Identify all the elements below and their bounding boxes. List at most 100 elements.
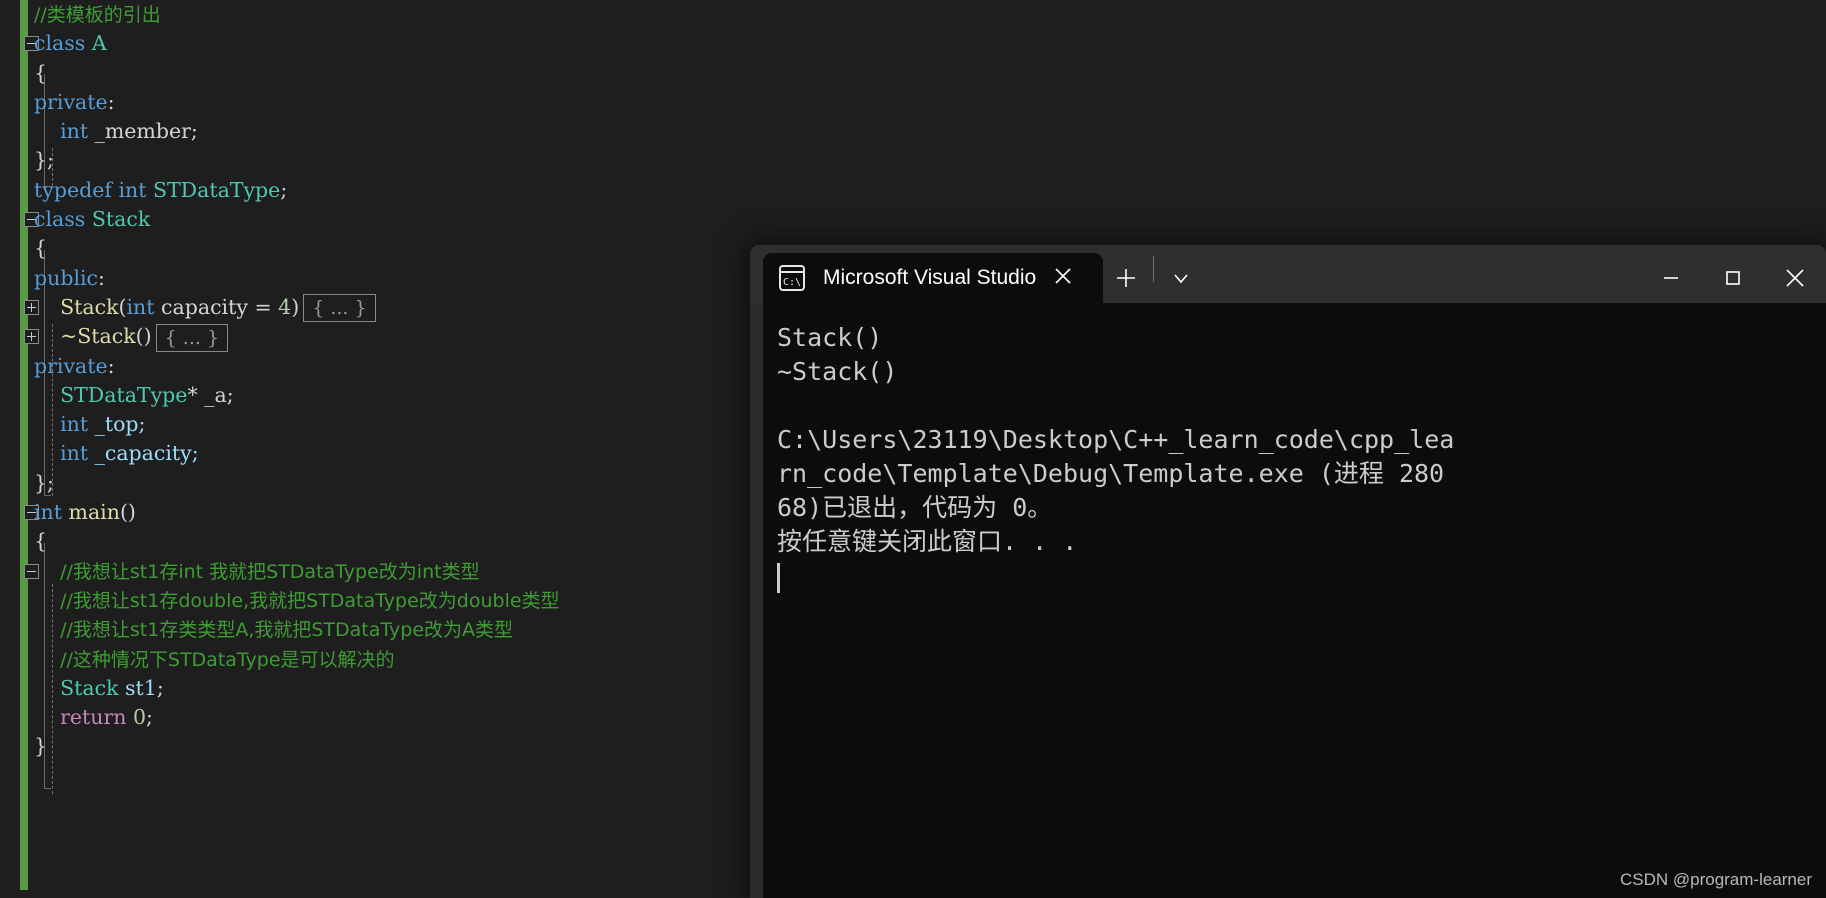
close-icon[interactable]: [1052, 265, 1074, 291]
console-cursor-line: [777, 559, 1826, 602]
code-line[interactable]: //这种情况下STDataType是可以解决的: [34, 645, 720, 674]
console-output[interactable]: Stack() ~Stack() C:\Users\23119\Desktop\C…: [763, 303, 1826, 898]
code-token: ;: [280, 177, 288, 202]
code-line[interactable]: }: [34, 732, 720, 761]
new-tab-button[interactable]: [1103, 253, 1149, 303]
code-token: (): [135, 324, 152, 349]
console-line: 按任意键关闭此窗口. . .: [777, 527, 1078, 556]
code-token: capacity: [161, 294, 255, 319]
code-token: =: [254, 294, 279, 319]
code-token: ;: [146, 705, 153, 730]
console-line: 68)已退出，代码为 0。: [777, 493, 1053, 522]
code-token: _a;: [204, 382, 234, 407]
code-token: :: [107, 89, 115, 114]
code-token: ): [291, 294, 300, 319]
terminal-titlebar[interactable]: C:\ Microsoft Visual Studio: [750, 245, 1826, 303]
code-token: };: [34, 148, 54, 173]
code-line[interactable]: typedef int STDataType;: [34, 176, 720, 205]
code-token: (): [119, 500, 136, 525]
code-token: :: [107, 353, 115, 378]
code-token: class: [34, 207, 92, 232]
code-line[interactable]: Stack(int capacity = 4){ ... }: [34, 293, 720, 323]
maximize-icon[interactable]: [1702, 253, 1764, 303]
code-token: //我想让st1存double,我就把STDataType改为double类型: [60, 589, 560, 612]
close-window-icon[interactable]: [1764, 253, 1826, 303]
windows-terminal-window[interactable]: C:\ Microsoft Visual Studio Stack() ~Stac: [750, 245, 1826, 898]
code-line[interactable]: class A: [34, 29, 720, 58]
code-line[interactable]: };: [34, 146, 720, 175]
minimize-icon[interactable]: [1640, 253, 1702, 303]
code-token: {: [34, 236, 48, 261]
code-token: private: [34, 353, 108, 378]
code-text[interactable]: //类模板的引出 class A{private: int _member;}; t…: [34, 0, 720, 762]
code-editor[interactable]: //类模板的引出 class A{private: int _member;}; t…: [0, 0, 720, 898]
code-line[interactable]: {: [34, 527, 720, 556]
console-line: C:\Users\23119\Desktop\C++_learn_code\cp…: [777, 425, 1455, 454]
code-token: st1: [118, 675, 157, 700]
code-line[interactable]: {: [34, 234, 720, 263]
window-controls[interactable]: [1640, 253, 1826, 303]
code-token: int: [126, 294, 162, 319]
code-line[interactable]: int _top;: [34, 410, 720, 439]
code-token: Stack: [60, 294, 119, 319]
code-line[interactable]: //类模板的引出: [34, 0, 720, 29]
text-cursor: [777, 563, 780, 593]
code-token: int: [34, 500, 69, 525]
code-token: 4: [278, 294, 292, 319]
terminal-tab-title: Microsoft Visual Studio: [823, 266, 1037, 289]
code-line[interactable]: class Stack: [34, 205, 720, 234]
code-token: };: [34, 470, 54, 495]
code-line[interactable]: //我想让st1存类类型A,我就把STDataType改为A类型: [34, 615, 720, 644]
code-token: //类模板的引出: [34, 4, 161, 26]
toolbar-divider: [1153, 256, 1154, 282]
code-token: int: [60, 441, 89, 466]
code-line[interactable]: };: [34, 469, 720, 498]
code-line[interactable]: ~Stack(){ ... }: [34, 322, 720, 352]
code-line[interactable]: Stack st1;: [34, 674, 720, 703]
code-line[interactable]: {: [34, 59, 720, 88]
console-line: Stack(): [777, 323, 883, 352]
code-token: {: [34, 60, 48, 85]
code-token: _top;: [88, 412, 146, 437]
code-line[interactable]: public:: [34, 264, 720, 293]
code-line[interactable]: int _member;: [34, 117, 720, 146]
code-token: int: [60, 412, 89, 437]
code-line[interactable]: return 0;: [34, 703, 720, 732]
code-token: :: [98, 265, 105, 290]
code-token: *: [187, 382, 205, 407]
code-token: //我想让st1存类类型A,我就把STDataType改为A类型: [60, 619, 514, 642]
code-line[interactable]: int _capacity;: [34, 439, 720, 468]
code-token: }: [34, 734, 48, 759]
code-token: {: [34, 529, 48, 554]
code-line[interactable]: private:: [34, 352, 720, 381]
code-token: main: [68, 500, 120, 525]
code-token: //这种情况下STDataType是可以解决的: [60, 648, 395, 671]
chevron-down-icon[interactable]: [1158, 253, 1204, 303]
collapsed-region-button[interactable]: { ... }: [303, 294, 376, 323]
code-line[interactable]: private:: [34, 88, 720, 117]
terminal-tab[interactable]: C:\ Microsoft Visual Studio: [763, 253, 1103, 303]
code-line[interactable]: //我想让st1存int 我就把STDataType改为int类型: [34, 557, 720, 586]
code-token: ;: [156, 675, 164, 700]
collapsed-region-button[interactable]: { ... }: [155, 323, 229, 352]
code-token: STDataType: [60, 382, 188, 407]
code-token: //我想让st1存int 我就把STDataType改为int类型: [60, 560, 480, 583]
code-line[interactable]: //我想让st1存double,我就把STDataType改为double类型: [34, 586, 720, 615]
code-token: typedef: [34, 177, 119, 202]
code-token: Stack: [60, 675, 119, 700]
code-line[interactable]: int main(): [34, 498, 720, 527]
code-token: 0: [132, 705, 147, 730]
code-line[interactable]: STDataType* _a;: [34, 381, 720, 410]
code-token: ~Stack: [60, 324, 136, 349]
block-guide-end-main: [44, 788, 51, 789]
